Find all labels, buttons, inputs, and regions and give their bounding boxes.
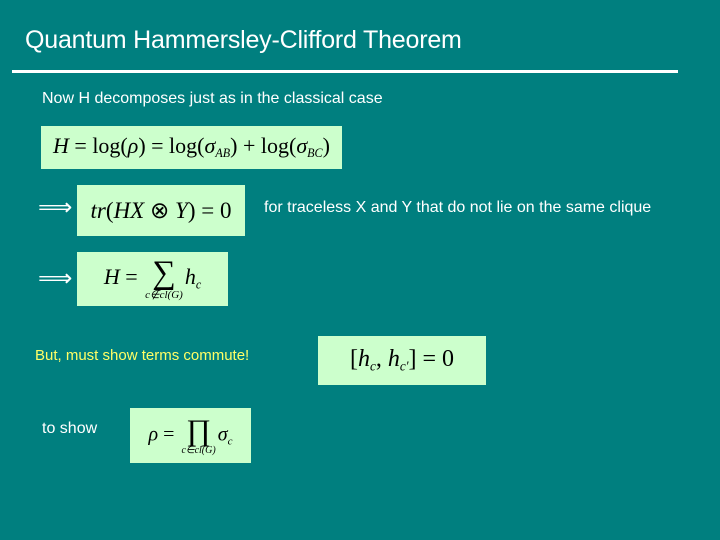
condition-text: for traceless X and Y that do not lie on… — [264, 199, 652, 216]
intro-text: Now H decomposes just as in the classica… — [42, 90, 383, 107]
title-divider — [12, 70, 678, 73]
implies-icon: ⟹ — [38, 193, 73, 221]
equation-density-product: ρ = ∏ c∈cl(G) σc — [130, 408, 251, 463]
equation-hamiltonian-log: H = log(ρ) = log(σAB) + log(σBC) — [41, 126, 342, 169]
equation-hamiltonian-sum: H = ∑ c∉cl(G) hc — [77, 252, 228, 306]
commute-warning-text: But, must show terms commute! — [35, 347, 250, 364]
implies-icon: ⟹ — [38, 264, 73, 292]
equation-commutator: [hc, hc'] = 0 — [318, 336, 486, 385]
to-show-text: to show — [42, 420, 98, 437]
slide-title: Quantum Hammersley-Clifford Theorem — [25, 26, 462, 54]
equation-trace-zero: tr(HX ⊗ Y) = 0 — [77, 185, 245, 236]
